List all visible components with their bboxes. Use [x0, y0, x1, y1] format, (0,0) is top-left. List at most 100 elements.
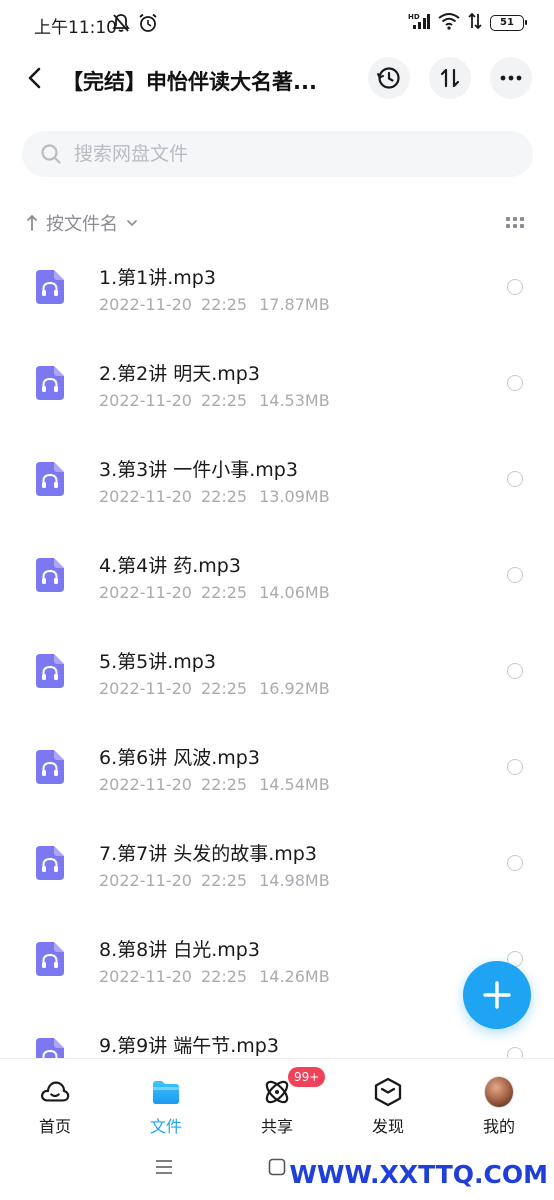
data-transfer-icon	[468, 12, 482, 34]
file-row[interactable]: 2.第2讲 明天.mp3 2022-11-20 22:25 14.53MB	[0, 346, 554, 442]
grid-icon	[506, 217, 524, 228]
file-row[interactable]: 3.第3讲 一件小事.mp3 2022-11-20 22:25 13.09MB	[0, 442, 554, 538]
select-checkbox[interactable]	[507, 375, 523, 391]
watermark: WWW.XXTTQ.COM	[289, 1160, 548, 1189]
file-row[interactable]: 6.第6讲 风波.mp3 2022-11-20 22:25 14.54MB	[0, 730, 554, 826]
file-time: 22:25	[200, 487, 248, 506]
audio-file-icon	[36, 1038, 64, 1058]
file-size: 17.87MB	[259, 295, 330, 314]
sort-order-button[interactable]	[429, 57, 471, 99]
header: 【完结】申怡伴读大名著...	[0, 54, 554, 102]
search-bar[interactable]	[22, 131, 533, 177]
file-size: 16.92MB	[259, 679, 330, 698]
file-date: 2022-11-20	[99, 967, 192, 986]
history-button[interactable]	[368, 57, 410, 99]
file-name: 3.第3讲 一件小事.mp3	[99, 459, 298, 481]
status-icons-right: HD 51	[408, 12, 527, 34]
sort-bar: 按文件名	[0, 206, 554, 242]
arrow-up-icon	[27, 214, 37, 231]
audio-file-icon	[36, 366, 64, 400]
select-checkbox[interactable]	[507, 663, 523, 679]
system-nav-bar: WWW.XXTTQ.COM	[0, 1134, 554, 1200]
file-meta: 2022-11-20 22:25 16.92MB	[99, 679, 330, 698]
search-input[interactable]	[74, 143, 494, 165]
file-name: 1.第1讲.mp3	[99, 267, 216, 289]
signal-icon: HD	[408, 12, 430, 34]
select-checkbox[interactable]	[507, 855, 523, 871]
wifi-icon	[438, 12, 460, 34]
audio-file-icon	[36, 750, 64, 784]
audio-file-icon	[36, 462, 64, 496]
file-date: 2022-11-20	[99, 391, 192, 410]
file-time: 22:25	[200, 583, 248, 602]
chevron-down-icon	[127, 220, 137, 227]
file-date: 2022-11-20	[99, 679, 192, 698]
file-time: 22:25	[200, 967, 248, 986]
file-name: 5.第5讲.mp3	[99, 651, 216, 673]
file-size: 14.98MB	[259, 871, 330, 890]
file-name: 7.第7讲 头发的故事.mp3	[99, 843, 317, 865]
file-date: 2022-11-20	[99, 583, 192, 602]
add-button[interactable]	[463, 961, 531, 1029]
file-row[interactable]: 9.第9讲 端午节.mp3	[0, 1018, 554, 1058]
file-time: 22:25	[200, 391, 248, 410]
select-checkbox[interactable]	[507, 471, 523, 487]
file-name: 2.第2讲 明天.mp3	[99, 363, 260, 385]
more-dots-icon	[500, 75, 522, 81]
search-icon	[41, 144, 61, 164]
file-row[interactable]: 5.第5讲.mp3 2022-11-20 22:25 16.92MB	[0, 634, 554, 730]
select-checkbox[interactable]	[507, 567, 523, 583]
file-date: 2022-11-20	[99, 871, 192, 890]
file-size: 14.54MB	[259, 775, 330, 794]
home-button[interactable]	[265, 1156, 289, 1178]
file-size: 14.26MB	[259, 967, 330, 986]
file-size: 14.53MB	[259, 391, 330, 410]
file-meta: 2022-11-20 22:25 14.26MB	[99, 967, 330, 986]
file-row[interactable]: 4.第4讲 药.mp3 2022-11-20 22:25 14.06MB	[0, 538, 554, 634]
grid-view-button[interactable]	[506, 216, 524, 235]
share-badge: 99+	[288, 1067, 326, 1087]
status-bar: 上午11:10 HD 51	[0, 0, 554, 48]
back-button[interactable]	[20, 62, 48, 94]
file-date: 2022-11-20	[99, 487, 192, 506]
menu-icon	[156, 1160, 172, 1174]
file-size: 14.06MB	[259, 583, 330, 602]
file-date: 2022-11-20	[99, 295, 192, 314]
chevron-left-icon	[28, 67, 41, 89]
file-time: 22:25	[200, 295, 248, 314]
file-size: 13.09MB	[259, 487, 330, 506]
file-meta: 2022-11-20 22:25 14.06MB	[99, 583, 330, 602]
tab-home[interactable]: 首页	[0, 1059, 110, 1136]
file-list: 1.第1讲.mp3 2022-11-20 22:25 17.87MB 2.第2讲 明天.…	[0, 250, 554, 1058]
file-time: 22:25	[200, 871, 248, 890]
file-meta: 2022-11-20 22:25 14.54MB	[99, 775, 330, 794]
file-meta: 2022-11-20 22:25 13.09MB	[99, 487, 330, 506]
plus-icon	[483, 981, 511, 1009]
sort-by-name-button[interactable]: 按文件名	[26, 210, 138, 236]
file-row[interactable]: 1.第1讲.mp3 2022-11-20 22:25 17.87MB	[0, 250, 554, 346]
folder-icon	[151, 1077, 181, 1107]
select-checkbox[interactable]	[507, 279, 523, 295]
file-name: 4.第4讲 药.mp3	[99, 555, 241, 577]
tab-profile-icon	[484, 1076, 514, 1108]
file-time: 22:25	[200, 775, 248, 794]
select-checkbox[interactable]	[507, 1047, 523, 1058]
menu-button[interactable]	[152, 1156, 176, 1178]
tab-files[interactable]: 文件	[111, 1059, 221, 1136]
file-meta: 2022-11-20 22:25 14.53MB	[99, 391, 330, 410]
file-row[interactable]: 7.第7讲 头发的故事.mp3 2022-11-20 22:25 14.98MB	[0, 826, 554, 922]
file-meta: 2022-11-20 22:25 14.98MB	[99, 871, 330, 890]
svg-text:HD: HD	[408, 13, 420, 21]
alarm-icon	[138, 13, 158, 37]
tab-share[interactable]: 99+ 共享	[222, 1059, 332, 1136]
audio-file-icon	[36, 558, 64, 592]
more-button[interactable]	[490, 57, 532, 99]
sort-label: 按文件名	[46, 214, 118, 235]
tab-profile[interactable]: 我的	[444, 1059, 554, 1136]
page-title: 【完结】申怡伴读大名著...	[62, 70, 317, 94]
select-checkbox[interactable]	[507, 759, 523, 775]
avatar	[484, 1076, 514, 1108]
tab-discover[interactable]: 发现	[333, 1059, 443, 1136]
sort-arrows-icon	[440, 68, 460, 88]
status-icons-left	[112, 13, 158, 37]
